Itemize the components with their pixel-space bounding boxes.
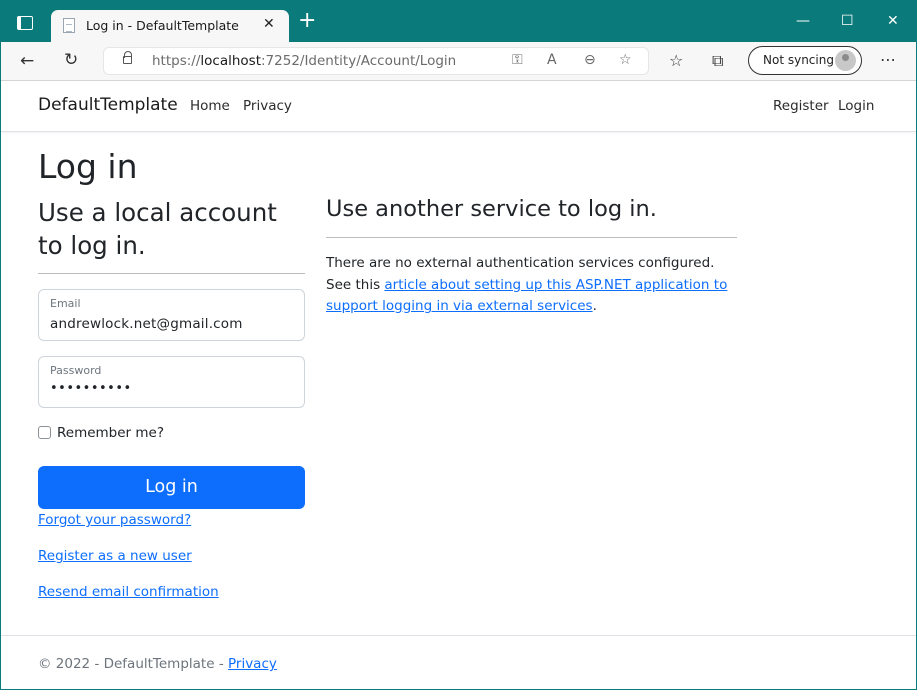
favorites-icon[interactable]: ☆ (669, 51, 683, 71)
site-footer: © 2022 - DefaultTemplate - Privacy (1, 635, 916, 689)
remember-me-label[interactable]: Remember me? (57, 425, 164, 441)
nav-login[interactable]: Login (838, 98, 874, 114)
footer-privacy-link[interactable]: Privacy (228, 656, 277, 672)
close-window-icon[interactable]: ✕ (887, 11, 899, 31)
email-value[interactable]: andrewlock.net@gmail.com (50, 316, 243, 332)
footer-text: © 2022 - DefaultTemplate - Privacy (38, 656, 277, 672)
maximize-icon[interactable]: ☐ (841, 11, 854, 31)
local-account-heading: Use a local account to log in. (38, 198, 277, 260)
nav-privacy[interactable]: Privacy (243, 98, 292, 114)
read-aloud-icon[interactable]: A (547, 52, 557, 68)
divider (38, 273, 305, 274)
external-login-heading: Use another service to log in. (326, 196, 657, 222)
page-viewport: DefaultTemplate Home Privacy Register Lo… (1, 81, 916, 689)
refresh-icon[interactable]: ↻ (64, 50, 78, 70)
nav-home[interactable]: Home (190, 98, 230, 114)
minimize-icon[interactable]: — (796, 11, 810, 31)
key-icon[interactable]: ⚿ (512, 52, 523, 68)
more-options-icon[interactable]: ⋯ (880, 50, 896, 70)
browser-tab[interactable]: Log in - DefaultTemplate ✕ (51, 10, 289, 42)
lock-icon[interactable] (123, 51, 132, 64)
external-auth-article-link[interactable]: article about setting up this ASP.NET ap… (326, 277, 727, 315)
site-navbar: DefaultTemplate Home Privacy Register Lo… (1, 81, 916, 132)
profile-sync-button[interactable]: Not syncing (748, 46, 862, 75)
add-favorite-icon[interactable]: ☆ (619, 52, 632, 68)
collections-icon[interactable]: ⧉ (712, 51, 723, 71)
back-arrow-icon[interactable]: ← (20, 51, 34, 71)
tab-title: Log in - DefaultTemplate (86, 18, 239, 33)
email-field[interactable]: Email andrewlock.net@gmail.com (38, 289, 305, 341)
nav-register[interactable]: Register (773, 98, 829, 114)
external-login-text: There are no external authentication ser… (326, 255, 728, 315)
browser-toolbar: ← ↻ https://localhost:7252/Identity/Acco… (1, 42, 916, 81)
remember-me-checkbox[interactable] (38, 426, 51, 439)
brand-link[interactable]: DefaultTemplate (38, 95, 178, 115)
page-favicon-icon (63, 18, 75, 33)
password-field[interactable]: Password •••••••••• (38, 356, 305, 408)
zoom-out-icon[interactable]: ⊖ (584, 52, 596, 68)
url-text[interactable]: https://localhost:7252/Identity/Account/… (152, 53, 456, 69)
register-link[interactable]: Register as a new user (38, 548, 192, 564)
sync-label: Not syncing (763, 53, 834, 67)
tab-close-icon[interactable]: ✕ (263, 16, 275, 32)
email-label: Email (50, 297, 81, 310)
divider (326, 237, 737, 238)
avatar-icon (835, 50, 856, 71)
page-title: Log in (38, 147, 138, 186)
login-button[interactable]: Log in (38, 466, 305, 509)
password-label: Password (50, 364, 102, 377)
title-bar: Log in - DefaultTemplate ✕ + — ☐ ✕ (1, 1, 916, 42)
resend-confirmation-link[interactable]: Resend email confirmation (38, 584, 219, 600)
browser-window: Log in - DefaultTemplate ✕ + — ☐ ✕ ← ↻ h… (0, 0, 917, 690)
tab-actions-icon[interactable] (17, 16, 33, 30)
password-value[interactable]: •••••••••• (50, 381, 132, 396)
forgot-password-link[interactable]: Forgot your password? (38, 512, 191, 528)
new-tab-icon[interactable]: + (298, 10, 316, 32)
address-bar[interactable]: https://localhost:7252/Identity/Account/… (103, 47, 649, 75)
